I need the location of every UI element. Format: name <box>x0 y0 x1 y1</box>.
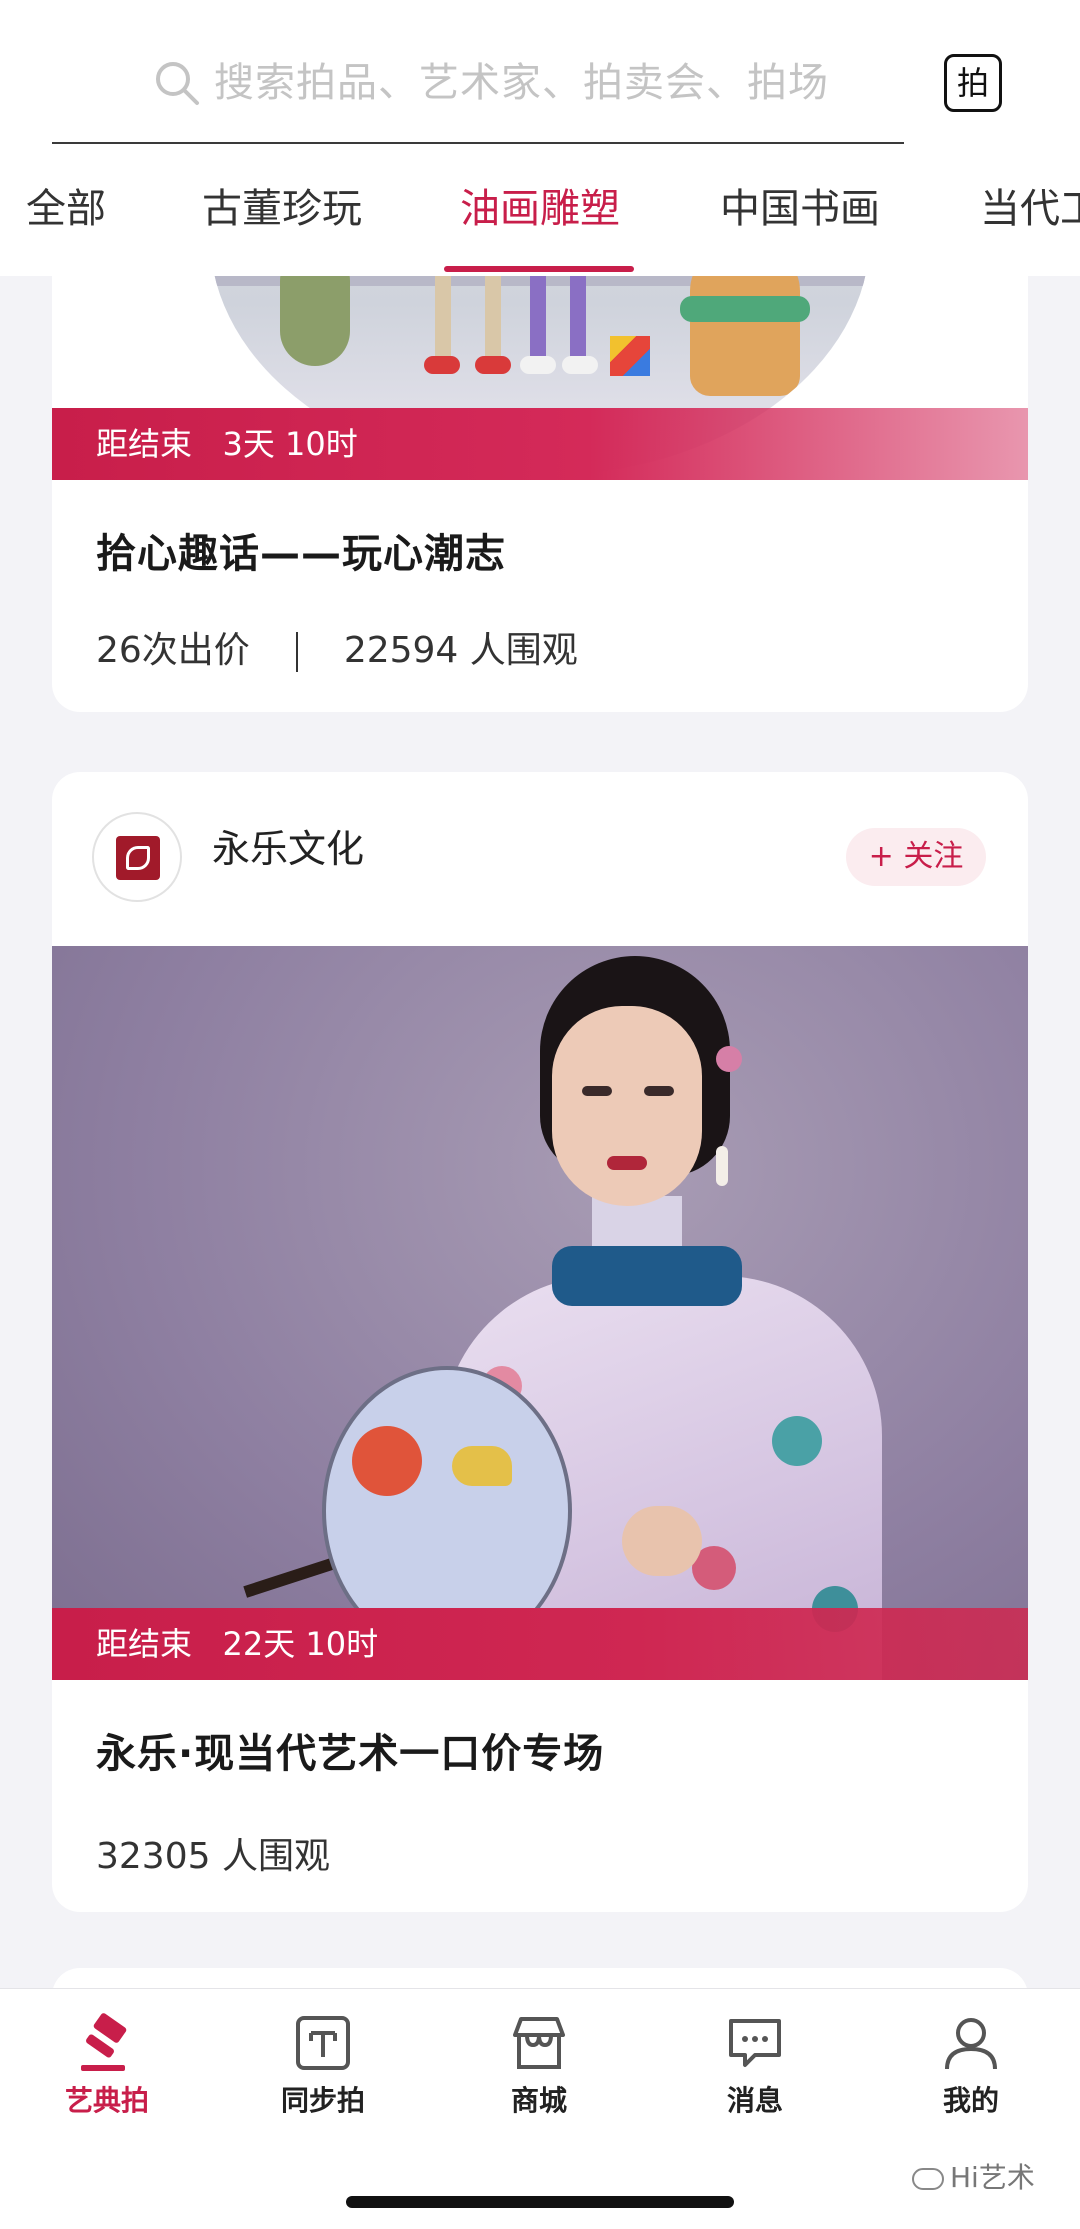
nav-item-messages[interactable]: 消息 <box>680 2013 830 2123</box>
seller-name[interactable]: 永乐文化 <box>212 824 364 874</box>
nav-item-profile[interactable]: 我的 <box>896 2013 1046 2123</box>
watermark: Hi艺术 <box>912 2160 1035 2196</box>
tab-all[interactable]: 全部 <box>26 184 106 234</box>
painting-face <box>552 1006 702 1206</box>
auction-shortcut-button[interactable]: 拍 <box>944 54 1002 112</box>
nav-item-sync-auction[interactable]: 同步拍 <box>248 2013 398 2123</box>
profile-icon <box>945 2018 997 2070</box>
painting-eye <box>644 1086 674 1096</box>
rubiks-cube <box>610 336 650 376</box>
store-icon <box>513 2017 565 2069</box>
auction-title[interactable]: 拾心趣话——玩心潮志 <box>96 526 506 582</box>
follow-button[interactable]: + 关注 <box>846 828 986 886</box>
dog-scarf <box>680 296 810 322</box>
nav-item-auction[interactable]: 艺典拍 <box>32 2013 182 2123</box>
fan-bird <box>452 1446 512 1486</box>
painting-collar <box>552 1246 742 1306</box>
shoe <box>562 356 598 374</box>
nav-label: 消息 <box>726 2084 783 2117</box>
divider <box>295 632 298 672</box>
shoe <box>424 356 460 374</box>
tab-oil-sculpture[interactable]: 油画雕塑 <box>460 184 620 234</box>
top-header: 搜索拍品、艺术家、拍卖会、拍场 拍 全部 古董珍玩 油画雕塑 中国书画 当代工 <box>0 0 1080 276</box>
tab-contemporary[interactable]: 当代工 <box>980 184 1080 234</box>
auction-card[interactable]: 距结束 3天 10时 拾心趣话——玩心潮志 26次出价 22594 人围观 <box>52 236 1028 712</box>
search-bar[interactable]: 搜索拍品、艺术家、拍卖会、拍场 <box>52 40 904 144</box>
search-icon <box>156 62 199 105</box>
seller-header: 永乐文化 + 关注 <box>52 772 1028 946</box>
message-icon <box>729 2019 781 2067</box>
nav-label: 同步拍 <box>280 2084 365 2117</box>
shoe <box>475 356 511 374</box>
auction-cover-image[interactable] <box>52 946 1028 1680</box>
auction-stats: 26次出价 22594 人围观 <box>96 626 578 676</box>
category-tabs: 全部 古董珍玩 油画雕塑 中国书画 当代工 <box>0 176 1080 276</box>
gavel-icon <box>81 2013 127 2071</box>
hair-flower <box>716 1046 742 1072</box>
wechat-icon <box>912 2168 944 2190</box>
countdown-text: 距结束 3天 10时 <box>96 425 358 463</box>
search-placeholder[interactable]: 搜索拍品、艺术家、拍卖会、拍场 <box>214 58 829 108</box>
active-tab-indicator <box>444 266 634 272</box>
painting-eye <box>582 1086 612 1096</box>
countdown-text: 距结束 22天 10时 <box>96 1625 379 1663</box>
auction-title[interactable]: 永乐·现当代艺术一口价专场 <box>96 1726 604 1782</box>
view-count: 22594 人围观 <box>343 630 578 671</box>
countdown-banner: 距结束 22天 10时 <box>52 1608 1028 1680</box>
bid-count: 26次出价 <box>96 630 250 671</box>
nav-label: 商城 <box>510 2084 567 2117</box>
dress-flower <box>772 1416 822 1466</box>
nav-label: 艺典拍 <box>64 2084 149 2117</box>
sync-auction-icon <box>296 2016 350 2070</box>
fan-flower <box>352 1426 422 1496</box>
tab-antiques[interactable]: 古董珍玩 <box>202 184 362 234</box>
nav-label: 我的 <box>942 2084 999 2117</box>
home-indicator[interactable] <box>346 2196 734 2208</box>
painting-hand <box>622 1506 702 1576</box>
painting-earring <box>716 1146 728 1186</box>
seller-logo-mark <box>116 836 160 880</box>
view-count: 32305 人围观 <box>96 1836 330 1877</box>
watermark-text: Hi艺术 <box>950 2161 1035 2194</box>
painting-lips <box>607 1156 647 1170</box>
countdown-banner: 距结束 3天 10时 <box>52 408 1028 480</box>
nav-item-store[interactable]: 商城 <box>464 2013 614 2123</box>
seller-avatar[interactable] <box>92 812 182 902</box>
auction-card[interactable]: 永乐文化 + 关注 距结束 22天 10时 永乐·现当代艺术一口价专场 3230… <box>52 772 1028 1912</box>
tab-chinese-painting[interactable]: 中国书画 <box>720 184 880 234</box>
shoe <box>520 356 556 374</box>
